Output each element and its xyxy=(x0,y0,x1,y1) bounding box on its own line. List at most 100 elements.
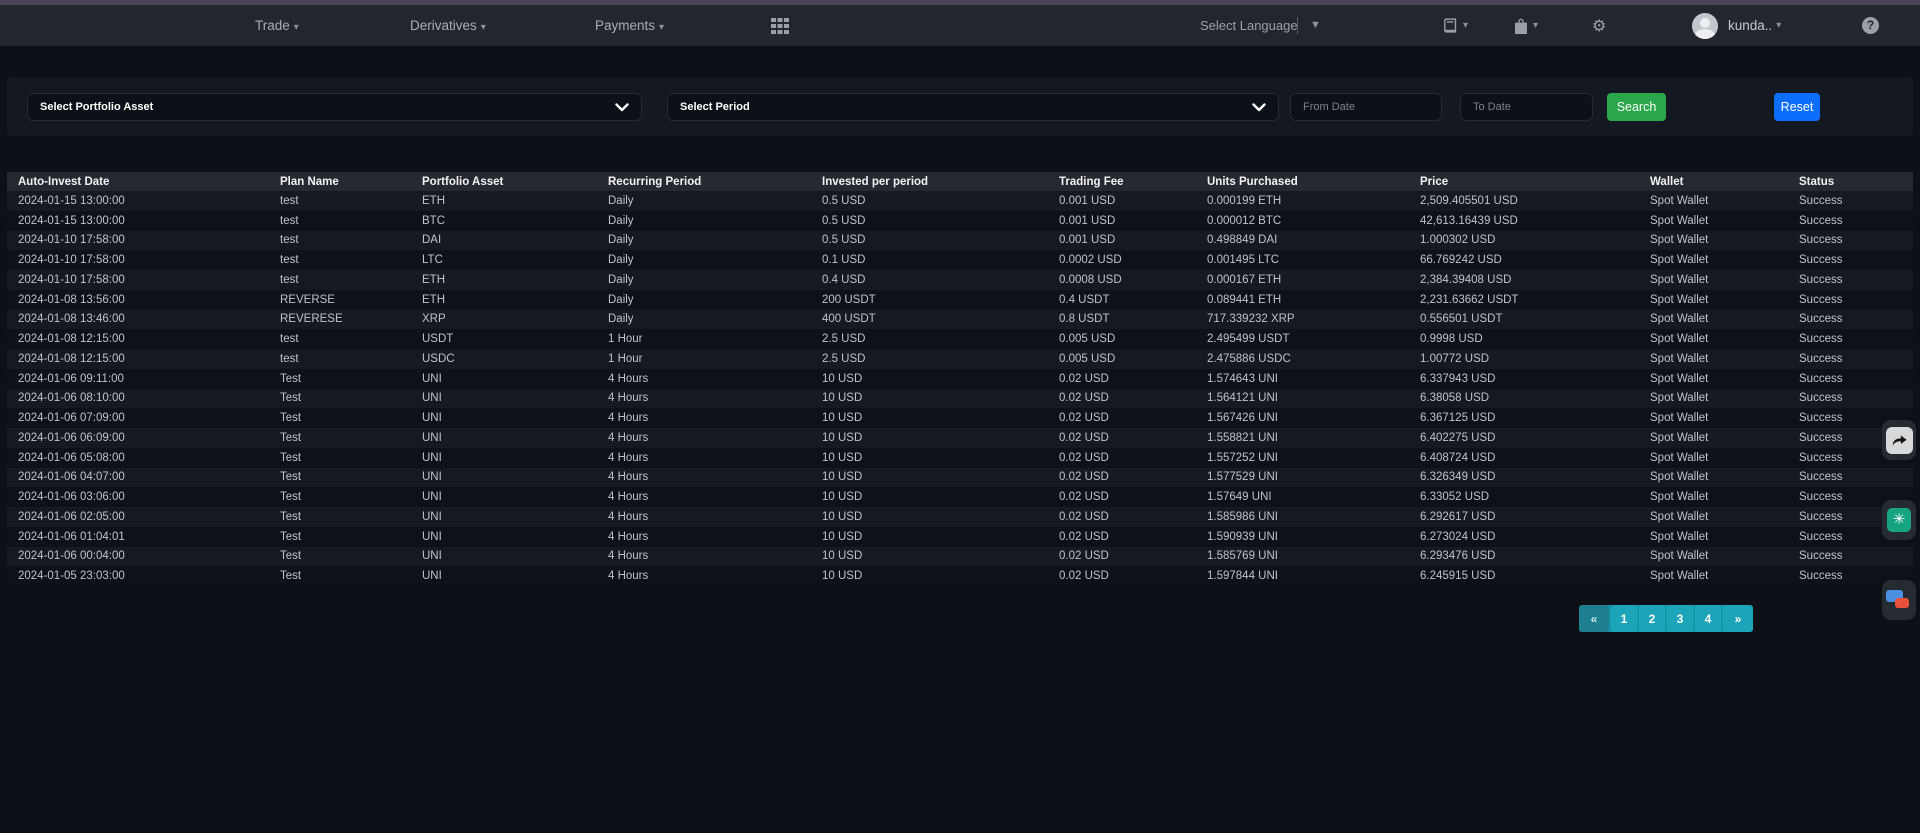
table-cell: 2024-01-10 17:58:00 xyxy=(7,270,269,290)
pagination-next[interactable]: » xyxy=(1723,605,1753,632)
nav-menu-derivatives[interactable]: Derivatives▾ xyxy=(410,5,486,46)
top-navbar: Trade▾ Derivatives▾ Payments▾ Select Lan… xyxy=(0,5,1920,46)
table-cell: Test xyxy=(269,369,411,389)
table-cell: 2024-01-15 13:00:00 xyxy=(7,191,269,211)
search-button[interactable]: Search xyxy=(1607,93,1666,121)
table-cell: Daily xyxy=(597,270,811,290)
pagination-page-1[interactable]: 1 xyxy=(1611,605,1637,632)
table-cell: Spot Wallet xyxy=(1639,290,1788,310)
table-cell: 0.02 USD xyxy=(1048,389,1196,409)
table-cell: Spot Wallet xyxy=(1639,527,1788,547)
pagination: « 1234» xyxy=(1579,605,1753,632)
table-cell: UNI xyxy=(411,468,597,488)
language-caret-icon[interactable]: ▼ xyxy=(1310,5,1321,46)
table-cell: Success xyxy=(1788,270,1913,290)
table-cell: UNI xyxy=(411,408,597,428)
table-cell: 2024-01-06 00:04:00 xyxy=(7,547,269,567)
pagination-page-3[interactable]: 3 xyxy=(1667,605,1693,632)
table-cell: 0.001 USD xyxy=(1048,211,1196,231)
table-cell: test xyxy=(269,191,411,211)
table-cell: 2024-01-08 12:15:00 xyxy=(7,329,269,349)
table-cell: Spot Wallet xyxy=(1639,507,1788,527)
orders-book-icon[interactable]: ▾ xyxy=(1442,5,1468,46)
column-header: Recurring Period xyxy=(597,172,811,191)
table-cell: Success xyxy=(1788,329,1913,349)
auto-invest-history-table: Auto-Invest DatePlan NamePortfolio Asset… xyxy=(7,172,1913,586)
share-widget-button[interactable] xyxy=(1882,420,1916,460)
table-cell: 0.000199 ETH xyxy=(1196,191,1409,211)
table-row: 2024-01-10 17:58:00testETHDaily0.4 USD0.… xyxy=(7,270,1913,290)
table-cell: 10 USD xyxy=(811,428,1048,448)
column-header: Portfolio Asset xyxy=(411,172,597,191)
caret-down-glyph: ▼ xyxy=(1310,19,1321,31)
help-icon[interactable]: ? xyxy=(1862,5,1879,46)
table-cell: 1 Hour xyxy=(597,349,811,369)
table-cell: 0.02 USD xyxy=(1048,527,1196,547)
nav-menu-payments[interactable]: Payments▾ xyxy=(595,5,664,46)
table-cell: Spot Wallet xyxy=(1639,487,1788,507)
table-cell: Success xyxy=(1788,468,1913,488)
table-cell: 4 Hours xyxy=(597,448,811,468)
wallet-bag-icon[interactable]: ▾ xyxy=(1513,5,1538,46)
table-cell: Test xyxy=(269,566,411,586)
table-cell: 0.02 USD xyxy=(1048,566,1196,586)
table-cell: Spot Wallet xyxy=(1639,408,1788,428)
column-header: Wallet xyxy=(1639,172,1788,191)
table-cell: 0.9998 USD xyxy=(1409,329,1639,349)
pagination-page-2[interactable]: 2 xyxy=(1639,605,1665,632)
table-cell: test xyxy=(269,329,411,349)
table-row: 2024-01-08 12:15:00testUSDT1 Hour2.5 USD… xyxy=(7,329,1913,349)
table-cell: 2024-01-08 12:15:00 xyxy=(7,349,269,369)
table-cell: 4 Hours xyxy=(597,507,811,527)
table-cell: 2.5 USD xyxy=(811,349,1048,369)
from-date-input[interactable]: From Date xyxy=(1290,93,1442,121)
table-cell: Spot Wallet xyxy=(1639,250,1788,270)
table-cell: Spot Wallet xyxy=(1639,448,1788,468)
table-cell: Success xyxy=(1788,389,1913,409)
table-cell: Success xyxy=(1788,349,1913,369)
table-cell: Test xyxy=(269,487,411,507)
from-date-placeholder: From Date xyxy=(1303,101,1355,113)
pagination-prev[interactable]: « xyxy=(1579,605,1609,632)
table-cell: XRP xyxy=(411,310,597,330)
table-row: 2024-01-15 13:00:00testETHDaily0.5 USD0.… xyxy=(7,191,1913,211)
table-cell: 10 USD xyxy=(811,547,1048,567)
apps-grid-icon[interactable] xyxy=(770,5,790,46)
table-cell: test xyxy=(269,349,411,369)
table-cell: 0.02 USD xyxy=(1048,547,1196,567)
table-header-row: Auto-Invest DatePlan NamePortfolio Asset… xyxy=(7,172,1913,191)
settings-gear-icon[interactable]: ⚙ xyxy=(1592,5,1606,46)
portfolio-asset-select[interactable]: Select Portfolio Asset xyxy=(27,93,642,121)
openai-widget-button[interactable]: ✳ xyxy=(1882,500,1916,540)
table-cell: 400 USDT xyxy=(811,310,1048,330)
table-cell: 2.475886 USDC xyxy=(1196,349,1409,369)
table-cell: 0.0002 USD xyxy=(1048,250,1196,270)
table-cell: Success xyxy=(1788,231,1913,251)
table-cell: Success xyxy=(1788,191,1913,211)
language-selector[interactable]: Select Language xyxy=(1200,5,1298,46)
table-cell: 6.273024 USD xyxy=(1409,527,1639,547)
table-cell: 0.005 USD xyxy=(1048,329,1196,349)
table-row: 2024-01-06 05:08:00TestUNI4 Hours10 USD0… xyxy=(7,448,1913,468)
to-date-input[interactable]: To Date xyxy=(1460,93,1593,121)
chevron-down-icon: ▾ xyxy=(1776,20,1781,31)
table-cell: Daily xyxy=(597,290,811,310)
language-selector-label: Select Language xyxy=(1200,18,1298,33)
table-cell: 6.326349 USD xyxy=(1409,468,1639,488)
table-cell: UNI xyxy=(411,507,597,527)
user-menu[interactable]: kunda.. ▾ xyxy=(1692,5,1781,46)
table-cell: DAI xyxy=(411,231,597,251)
chevron-down-icon xyxy=(1252,103,1266,112)
chat-widget-button[interactable] xyxy=(1882,580,1916,620)
table-cell: Test xyxy=(269,468,411,488)
table-cell: 6.33052 USD xyxy=(1409,487,1639,507)
table-cell: Spot Wallet xyxy=(1639,369,1788,389)
table-cell: 2.495499 USDT xyxy=(1196,329,1409,349)
period-select[interactable]: Select Period xyxy=(667,93,1279,121)
column-header: Units Purchased xyxy=(1196,172,1409,191)
reset-button[interactable]: Reset xyxy=(1774,93,1820,121)
column-header: Invested per period xyxy=(811,172,1048,191)
pagination-page-4[interactable]: 4 xyxy=(1695,605,1721,632)
chat-bubbles-icon xyxy=(1886,588,1912,612)
nav-menu-trade[interactable]: Trade▾ xyxy=(255,5,299,46)
